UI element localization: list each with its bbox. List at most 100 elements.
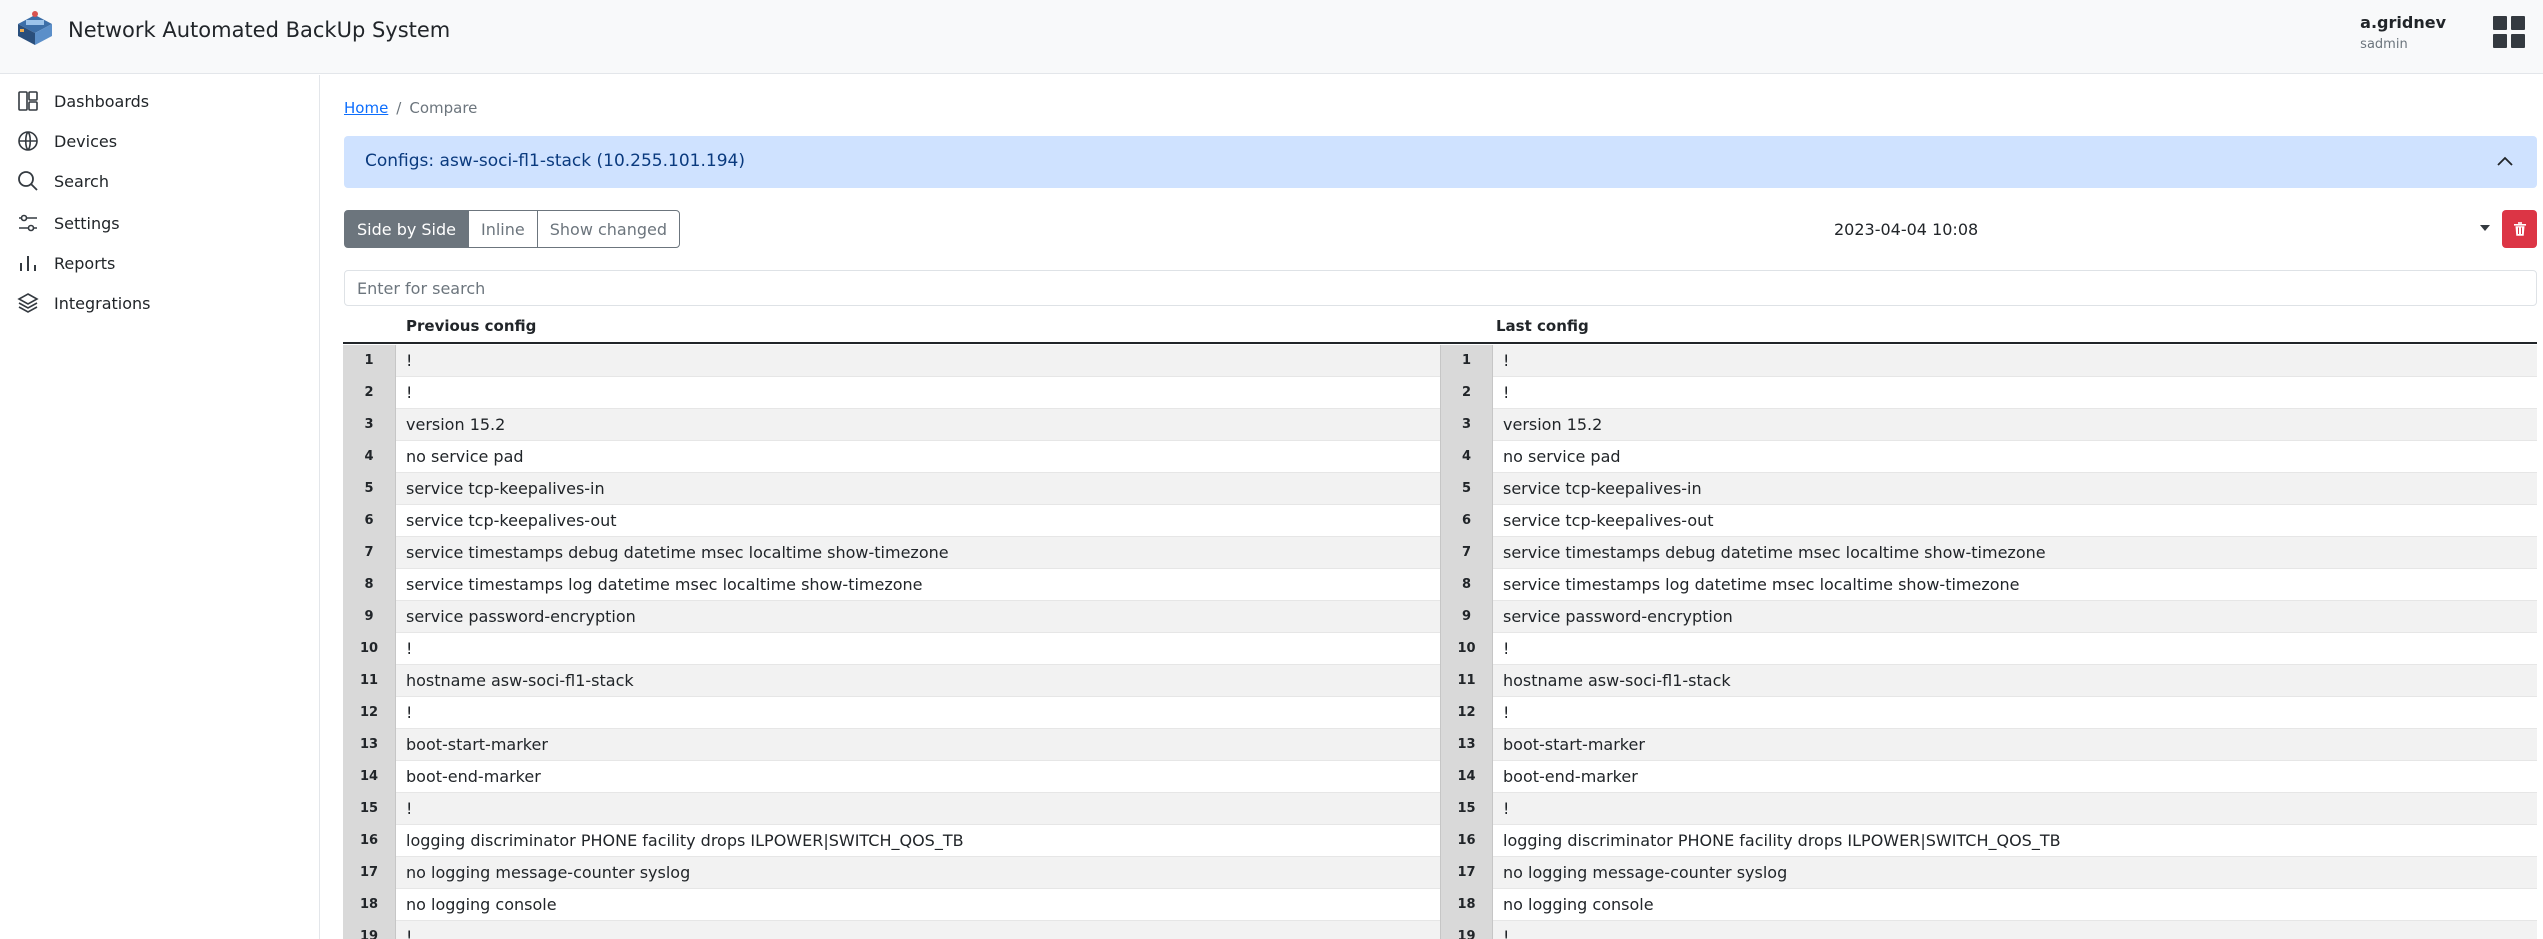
sidebar-item-settings[interactable]: Settings <box>16 211 120 235</box>
left-line-number: 13 <box>343 729 396 761</box>
breadcrumb-home-link[interactable]: Home <box>344 99 388 117</box>
left-code-line: service password-encryption <box>406 607 636 626</box>
right-line-number: 13 <box>1440 729 1493 761</box>
diff-rows: 1! 1! 2! 2! 3 version 15.2 3 version 15.2 4 no se… <box>343 345 2537 939</box>
search-icon <box>18 171 38 191</box>
table-row: 16 logging discriminator PHONE facility d… <box>343 825 2537 857</box>
left-line-number: 2 <box>343 377 396 409</box>
right-line-number: 16 <box>1440 825 1493 857</box>
table-row: 15! 15! <box>343 793 2537 825</box>
layers-icon <box>17 293 39 313</box>
left-code-line: service tcp-keepalives-out <box>406 511 617 530</box>
left-line-number: 12 <box>343 697 396 729</box>
left-code-line: ! <box>406 639 413 658</box>
table-row: 9 service password-encryption 9 service pas… <box>343 601 2537 633</box>
right-line-number: 7 <box>1440 537 1493 569</box>
right-line-number: 5 <box>1440 473 1493 505</box>
left-code-line: no logging message-counter syslog <box>406 863 691 882</box>
left-code-line: version 15.2 <box>406 415 506 434</box>
sidebar-item-dashboards[interactable]: Dashboards <box>16 89 149 113</box>
sidebar-item-search[interactable]: Search <box>16 169 109 193</box>
left-code-line: no service pad <box>406 447 524 466</box>
right-line-number: 2 <box>1440 377 1493 409</box>
right-line-number: 3 <box>1440 409 1493 441</box>
sidebar-item-label: Reports <box>54 253 116 273</box>
dashboard-icon <box>18 91 38 111</box>
left-line-number: 11 <box>343 665 396 697</box>
right-line-number: 4 <box>1440 441 1493 473</box>
left-code-line: ! <box>406 351 413 370</box>
sidebar-item-devices[interactable]: Devices <box>16 129 117 153</box>
table-row: 2! 2! <box>343 377 2537 409</box>
table-row: 19! 19! <box>343 921 2537 939</box>
left-code-line: ! <box>406 927 413 939</box>
left-line-number: 8 <box>343 569 396 601</box>
right-code-line: no logging console <box>1503 895 1654 914</box>
right-code-line: ! <box>1503 351 1510 370</box>
right-code-line: logging discriminator PHONE facility dro… <box>1503 831 2061 850</box>
left-line-number: 17 <box>343 857 396 889</box>
table-row: 17 no logging message-counter syslog 17 no … <box>343 857 2537 889</box>
trash-icon <box>2513 222 2526 236</box>
left-line-number: 14 <box>343 761 396 793</box>
user-menu[interactable]: a.gridnev sadmin <box>2360 13 2446 52</box>
user-name: a.gridnev <box>2360 13 2446 32</box>
left-line-number: 5 <box>343 473 396 505</box>
right-code-line: boot-end-marker <box>1503 767 1638 786</box>
right-line-number: 8 <box>1440 569 1493 601</box>
right-code-line: ! <box>1503 639 1510 658</box>
show-changed-button[interactable]: Show changed <box>536 210 681 248</box>
right-code-line: ! <box>1503 927 1510 939</box>
left-code-line: logging discriminator PHONE facility dro… <box>406 831 964 850</box>
right-line-number: 10 <box>1440 633 1493 665</box>
right-code-line: service tcp-keepalives-out <box>1503 511 1714 530</box>
table-row: 10! 10! <box>343 633 2537 665</box>
table-row: 4 no service pad 4 no service pad <box>343 441 2537 473</box>
brand[interactable]: Network Automated BackUp System <box>14 9 450 51</box>
right-line-number: 18 <box>1440 889 1493 921</box>
side-by-side-button[interactable]: Side by Side <box>344 210 469 248</box>
left-line-number: 19 <box>343 921 396 939</box>
sidebar-item-label: Integrations <box>54 293 151 313</box>
table-row: 1! 1! <box>343 345 2537 377</box>
app-title: Network Automated BackUp System <box>68 18 451 42</box>
left-code-line: boot-end-marker <box>406 767 541 786</box>
right-line-number: 1 <box>1440 345 1493 377</box>
globe-icon <box>18 131 38 151</box>
left-line-number: 6 <box>343 505 396 537</box>
config-date-select[interactable]: 2023-04-04 10:08 <box>1822 210 2500 248</box>
accordion-title: Configs: asw-soci-fl1-stack (10.255.101.… <box>365 151 745 171</box>
configs-accordion-header[interactable]: Configs: asw-soci-fl1-stack (10.255.101.… <box>344 136 2537 188</box>
view-mode-toggle: Side by Side Inline Show changed <box>344 210 681 248</box>
left-line-number: 18 <box>343 889 396 921</box>
search-input[interactable] <box>344 270 2537 306</box>
right-line-number: 12 <box>1440 697 1493 729</box>
right-code-line: hostname asw-soci-fl1-stack <box>1503 671 1731 690</box>
left-line-number: 3 <box>343 409 396 441</box>
table-row: 12! 12! <box>343 697 2537 729</box>
right-code-line: service timestamps log datetime msec loc… <box>1503 575 2020 594</box>
left-code-line: no logging console <box>406 895 557 914</box>
left-code-line: service timestamps debug datetime msec l… <box>406 543 949 562</box>
delete-config-button[interactable] <box>2502 210 2537 248</box>
right-line-number: 9 <box>1440 601 1493 633</box>
sidebar-item-integrations[interactable]: Integrations <box>16 291 151 315</box>
sidebar-item-label: Settings <box>54 213 120 233</box>
table-row: 11 hostname asw-soci-fl1-stack 11 hostname … <box>343 665 2537 697</box>
bar-chart-icon <box>20 256 36 271</box>
table-row: 18 no logging console 18 no logging console <box>343 889 2537 921</box>
left-code-line: ! <box>406 703 413 722</box>
sidebar-item-reports[interactable]: Reports <box>16 251 115 275</box>
chevron-up-icon[interactable] <box>2495 152 2515 172</box>
sidebar-item-label: Devices <box>54 131 118 151</box>
inline-button[interactable]: Inline <box>468 210 538 248</box>
table-row: 13 boot-start-marker 13 boot-start-marker <box>343 729 2537 761</box>
right-code-line: ! <box>1503 799 1510 818</box>
previous-config-header: Previous config <box>406 317 537 335</box>
apps-grid-icon[interactable] <box>2493 16 2525 48</box>
table-row: 7 service timestamps debug datetime msec … <box>343 537 2537 569</box>
left-code-line: hostname asw-soci-fl1-stack <box>406 671 634 690</box>
right-line-number: 14 <box>1440 761 1493 793</box>
right-code-line: version 15.2 <box>1503 415 1603 434</box>
right-code-line: ! <box>1503 383 1510 402</box>
